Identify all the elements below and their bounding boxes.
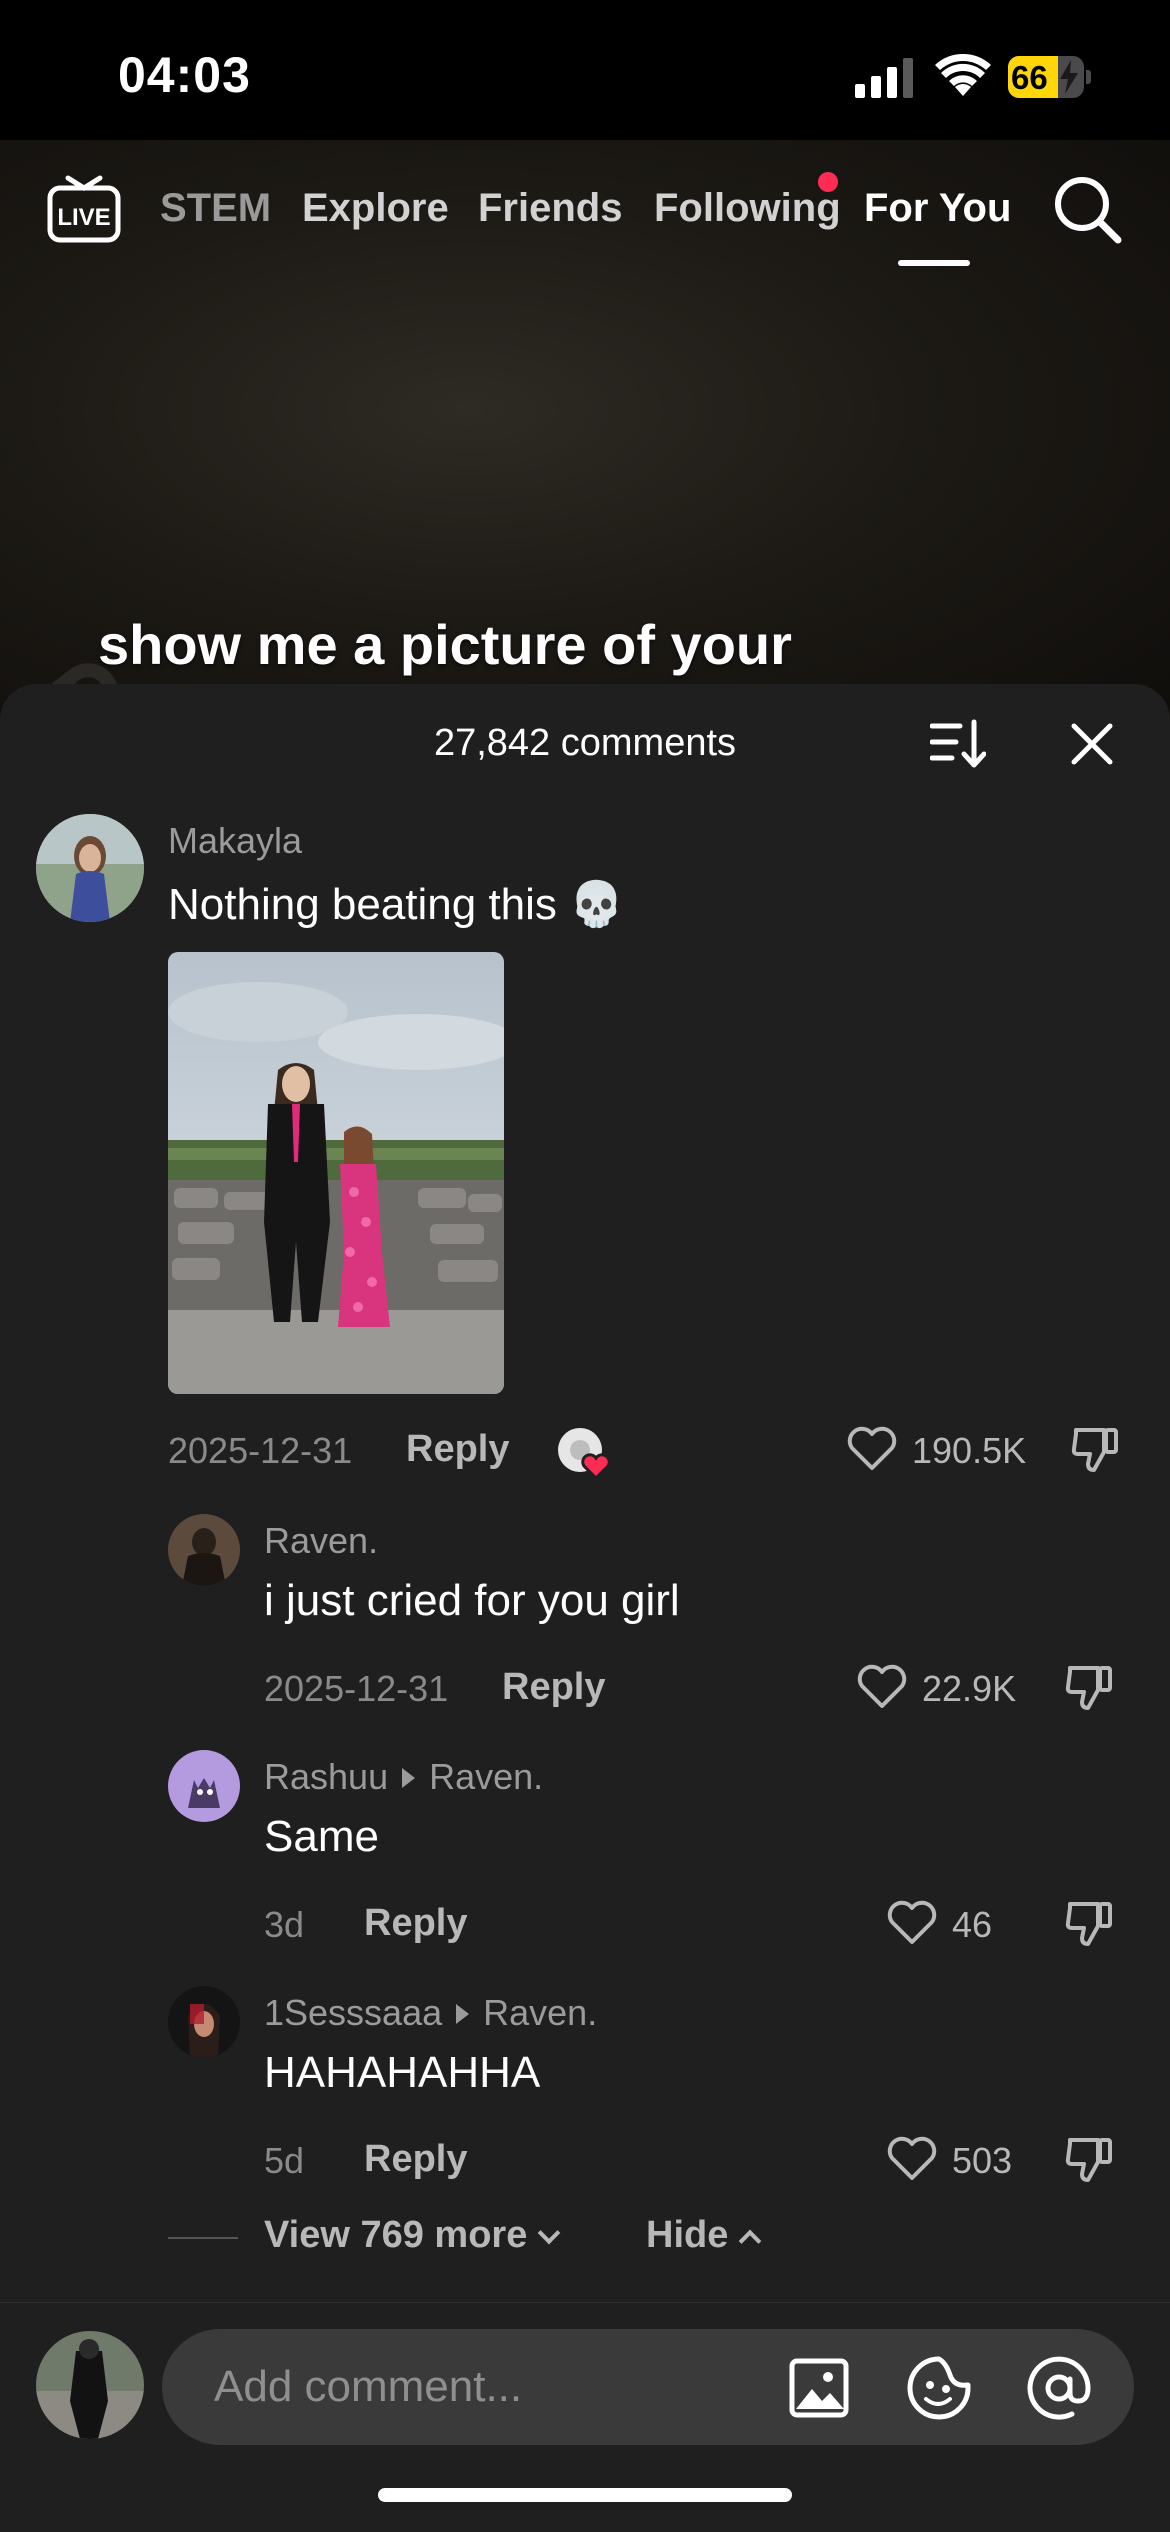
sticker-icon[interactable] <box>906 2355 972 2421</box>
avatar-photo <box>36 2331 144 2439</box>
comment-text: Same <box>264 1812 379 1861</box>
like-count: 22.9K <box>922 1668 1017 1709</box>
creator-liked-icon <box>558 1428 611 1481</box>
tab-for-you[interactable]: For You <box>864 186 1011 231</box>
view-more-replies-button[interactable]: View 769 more <box>264 2214 561 2257</box>
like-count: 503 <box>952 2140 1013 2181</box>
reply-button[interactable]: Reply <box>502 1666 605 1709</box>
active-tab-indicator <box>898 260 970 266</box>
replies-divider <box>168 2237 238 2239</box>
comment-input[interactable] <box>214 2359 774 2415</box>
image-icon[interactable] <box>788 2357 850 2419</box>
hide-replies-button[interactable]: Hide <box>646 2214 762 2257</box>
close-icon[interactable] <box>1068 720 1116 768</box>
comment-username-with-reply-to[interactable]: 1Sesssaaa Raven. <box>264 1992 597 2034</box>
tab-following[interactable]: Following <box>654 186 841 231</box>
comments-sheet: 27,842 comments Makayla Nothing beating … <box>0 684 1170 2532</box>
sort-icon[interactable] <box>930 718 986 770</box>
hide-label: Hide <box>646 2214 729 2256</box>
comment-text: i just cried for you girl <box>264 1576 680 1625</box>
avatar[interactable] <box>168 1986 240 2058</box>
wifi-icon <box>935 54 991 96</box>
like-icon[interactable] <box>886 2134 938 2182</box>
tab-stem[interactable]: STEM <box>160 186 271 231</box>
comment-date: 2025-12-31 <box>264 1668 449 1709</box>
comment-username[interactable]: Makayla <box>168 820 302 862</box>
avatar[interactable] <box>36 814 144 922</box>
status-bar: 04:03 66 <box>0 0 1170 140</box>
live-icon[interactable]: LIVE <box>46 170 122 244</box>
reply-arrow-icon <box>402 1768 416 1789</box>
comments-count-title: 27,842 comments <box>433 722 737 764</box>
comment-photo[interactable] <box>168 952 504 1394</box>
comment-username[interactable]: 1Sesssaaa <box>264 1992 442 2033</box>
top-nav: LIVE STEM Explore Friends Following For … <box>0 160 1170 270</box>
reply-to-username[interactable]: Raven. <box>483 1992 597 2033</box>
dislike-icon[interactable] <box>1064 2134 1116 2184</box>
like-icon[interactable] <box>886 1898 938 1946</box>
avatar[interactable] <box>168 1514 240 1586</box>
comment-date: 3d <box>264 1904 305 1945</box>
comment-username[interactable]: Rashuu <box>264 1756 388 1797</box>
comment-username-with-reply-to[interactable]: Rashuu Raven. <box>264 1756 543 1798</box>
home-indicator[interactable] <box>378 2488 792 2502</box>
dislike-icon[interactable] <box>1064 1662 1116 1712</box>
chevron-down-icon <box>538 2221 561 2245</box>
comment-date: 5d <box>264 2140 305 2181</box>
avatar-photo <box>168 1750 240 1822</box>
reply-button[interactable]: Reply <box>406 1428 509 1471</box>
like-icon[interactable] <box>846 1424 898 1472</box>
battery-percent: 66 <box>1011 59 1048 96</box>
comment-username[interactable]: Raven. <box>264 1520 378 1562</box>
video-caption: show me a picture of your <box>98 613 792 676</box>
search-icon[interactable] <box>1052 174 1122 244</box>
like-count: 190.5K <box>912 1430 1027 1471</box>
dislike-icon[interactable] <box>1070 1424 1122 1474</box>
tab-friends[interactable]: Friends <box>478 186 622 231</box>
battery-indicator: 66 <box>1008 56 1091 98</box>
chevron-up-icon <box>739 2229 762 2253</box>
live-label: LIVE <box>57 204 110 231</box>
reply-arrow-icon <box>456 2004 470 2025</box>
comment-input-container[interactable] <box>162 2329 1134 2445</box>
reply-button[interactable]: Reply <box>364 2138 467 2181</box>
like-icon[interactable] <box>856 1662 908 1710</box>
comment-text: Nothing beating this 💀 <box>168 880 624 929</box>
avatar-photo <box>168 1514 240 1586</box>
like-count: 46 <box>952 1904 993 1945</box>
view-more-label: View 769 more <box>264 2214 528 2256</box>
status-time: 04:03 <box>118 47 251 103</box>
tab-explore[interactable]: Explore <box>302 186 449 231</box>
charging-bolt-icon <box>1060 60 1078 94</box>
my-avatar[interactable] <box>36 2331 144 2439</box>
avatar[interactable] <box>168 1750 240 1822</box>
avatar-photo <box>168 1986 240 2058</box>
dislike-icon[interactable] <box>1064 1898 1116 1948</box>
reply-to-username[interactable]: Raven. <box>429 1756 543 1797</box>
mention-icon[interactable] <box>1024 2353 1094 2423</box>
reply-button[interactable]: Reply <box>364 1902 467 1945</box>
cellular-signal-icon <box>855 58 913 98</box>
avatar-photo <box>36 814 144 922</box>
comment-text: HAHAHAHHA <box>264 2048 541 2097</box>
comment-date: 2025-12-31 <box>168 1430 353 1471</box>
following-notification-dot <box>818 172 838 192</box>
